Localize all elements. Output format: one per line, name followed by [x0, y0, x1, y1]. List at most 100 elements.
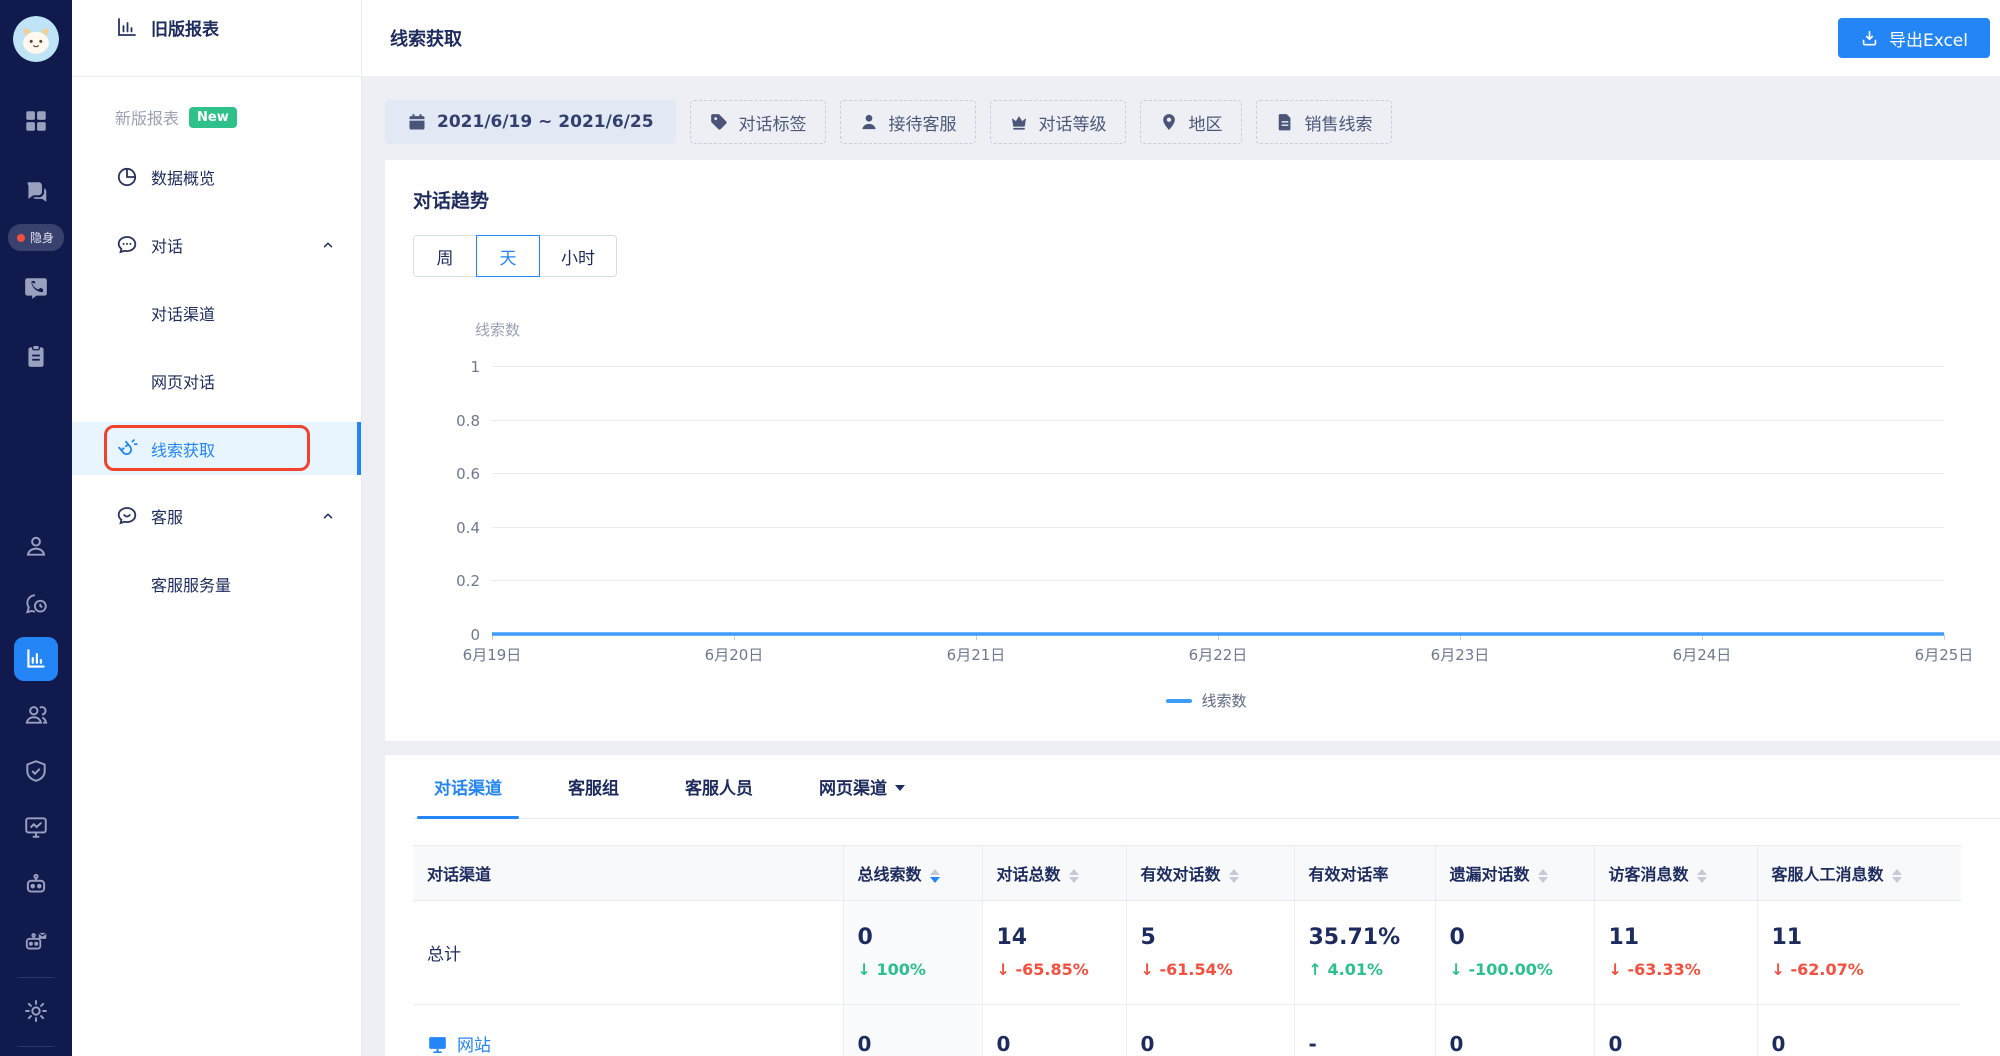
column-header[interactable]: 总线索数 — [843, 845, 983, 901]
visitors-icon[interactable] — [14, 524, 58, 568]
table-header-row: 对话渠道 总线索数 对话总数 有效对话数 有效对话率 遗漏对话数 访客消息数 客服人工消息数 — [413, 845, 1961, 901]
y-axis-title: 线索数 — [475, 321, 521, 339]
row-name-cell[interactable]: 网站 — [413, 1004, 844, 1056]
calendar-icon — [407, 112, 427, 132]
granularity-week[interactable]: 周 — [413, 235, 477, 277]
y-axis-tick-label: 0.8 — [456, 411, 480, 430]
bot-message-icon[interactable] — [14, 919, 58, 963]
filter-label: 销售线索 — [1304, 114, 1373, 135]
filter-label: 地区 — [1188, 114, 1223, 135]
phone-icon[interactable] — [14, 266, 58, 310]
cell-delta: ↓ -61.54% — [1140, 960, 1233, 980]
sidebar-item-conversation-channel[interactable]: 对话渠道 — [72, 279, 361, 347]
sidebar-item-conversation[interactable]: 对话 — [72, 211, 361, 279]
row-name: 总计 — [427, 945, 461, 965]
team-icon[interactable] — [14, 692, 58, 736]
tab-web-channel[interactable]: 网页渠道 — [802, 755, 922, 818]
x-axis-tick-label: 6月20日 — [704, 646, 764, 664]
tasks-icon[interactable] — [14, 334, 58, 378]
conversations-icon[interactable] — [14, 170, 58, 214]
table-row: 总计 0 ↓ 100% 14 ↓ -65.85% 5 ↓ -61.54% 35.71% ↑ 4.… — [413, 900, 1961, 1005]
data-cell: 0 ↓ -100.00% — [1435, 900, 1595, 1005]
column-header[interactable]: 访客消息数 — [1594, 845, 1758, 901]
data-cell: 0 — [843, 1004, 983, 1056]
date-range-value: 2021/6/19 ~ 2021/6/25 — [437, 112, 654, 132]
export-excel-button[interactable]: 导出Excel — [1837, 18, 1990, 58]
status-badge[interactable]: 隐身 — [7, 224, 64, 251]
sidebar-item-agent-service-volume[interactable]: 客服服务量 — [72, 550, 361, 618]
filter-agent[interactable]: 接待客服 — [839, 100, 976, 144]
channel-link[interactable]: 网站 — [457, 1036, 491, 1056]
sort-icon[interactable] — [1228, 868, 1239, 883]
sort-icon[interactable] — [1696, 868, 1707, 883]
column-header-label: 总线索数 — [857, 865, 922, 884]
column-header: 对话渠道 — [413, 845, 844, 901]
cell-value: 35.71% — [1308, 924, 1401, 950]
page-header: 线索获取 导出Excel — [361, 0, 2000, 77]
breakdown-card: 对话渠道 客服组 客服人员 网页渠道 对话渠道 总线索数 对话总数 有效对话数 有效对话… — [385, 755, 2000, 1056]
status-label: 隐身 — [29, 231, 54, 245]
data-cell: 14 ↓ -65.85% — [982, 900, 1127, 1005]
sidebar-item-data-overview[interactable]: 数据概览 — [72, 143, 361, 211]
cell-value: 0 — [1771, 1031, 1786, 1056]
filter-conversation-grade[interactable]: 对话等级 — [989, 100, 1126, 144]
cell-value: 0 — [996, 1031, 1011, 1056]
status-dot-icon — [16, 233, 25, 242]
cell-delta: ↑ 4.01% — [1308, 960, 1383, 980]
sidebar-item-lead-acquisition[interactable]: 线索获取 — [72, 422, 361, 475]
y-axis-tick-label: 1 — [470, 358, 480, 376]
date-range-filter[interactable]: 2021/6/19 ~ 2021/6/25 — [385, 100, 676, 144]
sort-icon[interactable] — [929, 868, 940, 883]
trend-card: 对话趋势 周 天 小时 线索数 1 0.8 0.6 0.4 0.2 0 6月19日 6月20… — [385, 160, 2000, 741]
filter-sales-lead[interactable]: 销售线索 — [1255, 100, 1392, 144]
cell-value: 0 — [1449, 924, 1465, 950]
column-header[interactable]: 有效对话数 — [1126, 845, 1295, 901]
avatar[interactable] — [13, 16, 59, 62]
sidebar-item-agent[interactable]: 客服 — [72, 482, 361, 550]
settings-icon[interactable] — [14, 989, 58, 1033]
cell-value: 0 — [1608, 1031, 1623, 1056]
table-row: 网站 0 0 0 - 0 0 0 — [413, 1004, 1961, 1056]
column-header[interactable]: 遗漏对话数 — [1435, 845, 1595, 901]
chat-history-icon[interactable] — [14, 582, 58, 626]
data-cell: 0 — [1126, 1004, 1295, 1056]
cell-delta: ↓ -100.00% — [1449, 960, 1553, 980]
filter-label: 接待客服 — [888, 114, 957, 135]
cell-value: 11 — [1608, 924, 1640, 950]
security-icon[interactable] — [14, 749, 58, 793]
tab-conversation-channel[interactable]: 对话渠道 — [417, 755, 519, 819]
sidebar-item-web-conversation[interactable]: 网页对话 — [72, 347, 361, 415]
grade-icon — [1009, 112, 1029, 132]
main-area: 线索获取 导出Excel 2021/6/19 ~ 2021/6/25 对话标签 — [361, 0, 2000, 1056]
sort-icon[interactable] — [1537, 868, 1548, 883]
bar-chart-icon — [115, 15, 139, 39]
granularity-toggle: 周 天 小时 — [413, 235, 617, 277]
data-cell: 0 — [1435, 1004, 1595, 1056]
agent-icon — [859, 112, 879, 132]
sidebar-item-label: 旧版报表 — [151, 19, 219, 40]
sidebar-item-label: 网页对话 — [151, 373, 216, 392]
filter-region[interactable]: 地区 — [1139, 100, 1242, 144]
monitor-icon[interactable] — [14, 805, 58, 849]
sidebar-item-legacy-reports[interactable]: 旧版报表 — [72, 0, 361, 76]
granularity-day[interactable]: 天 — [476, 235, 540, 277]
tab-agent-group[interactable]: 客服组 — [551, 755, 636, 818]
filter-conversation-tag[interactable]: 对话标签 — [689, 100, 826, 144]
granularity-hour[interactable]: 小时 — [539, 235, 617, 277]
dashboard-icon[interactable] — [14, 99, 58, 143]
sort-icon[interactable] — [1068, 868, 1079, 883]
analytics-icon[interactable] — [14, 637, 58, 681]
content: 2021/6/19 ~ 2021/6/25 对话标签 接待客服 对话等级 地区 … — [361, 77, 2000, 1056]
bot-icon[interactable] — [14, 862, 58, 906]
column-header[interactable]: 客服人工消息数 — [1757, 845, 1961, 901]
data-cell: 11 ↓ -63.33% — [1594, 900, 1758, 1005]
tab-agent-staff[interactable]: 客服人员 — [668, 755, 770, 818]
sort-icon[interactable] — [1891, 868, 1902, 883]
data-cell: 11 ↓ -62.07% — [1757, 900, 1961, 1005]
page-title: 线索获取 — [390, 29, 462, 50]
legend-line-swatch — [1166, 698, 1193, 703]
column-header[interactable]: 对话总数 — [982, 845, 1127, 901]
location-icon — [1159, 112, 1179, 132]
column-header-label: 对话总数 — [996, 865, 1061, 884]
data-cell: 5 ↓ -61.54% — [1126, 900, 1295, 1005]
